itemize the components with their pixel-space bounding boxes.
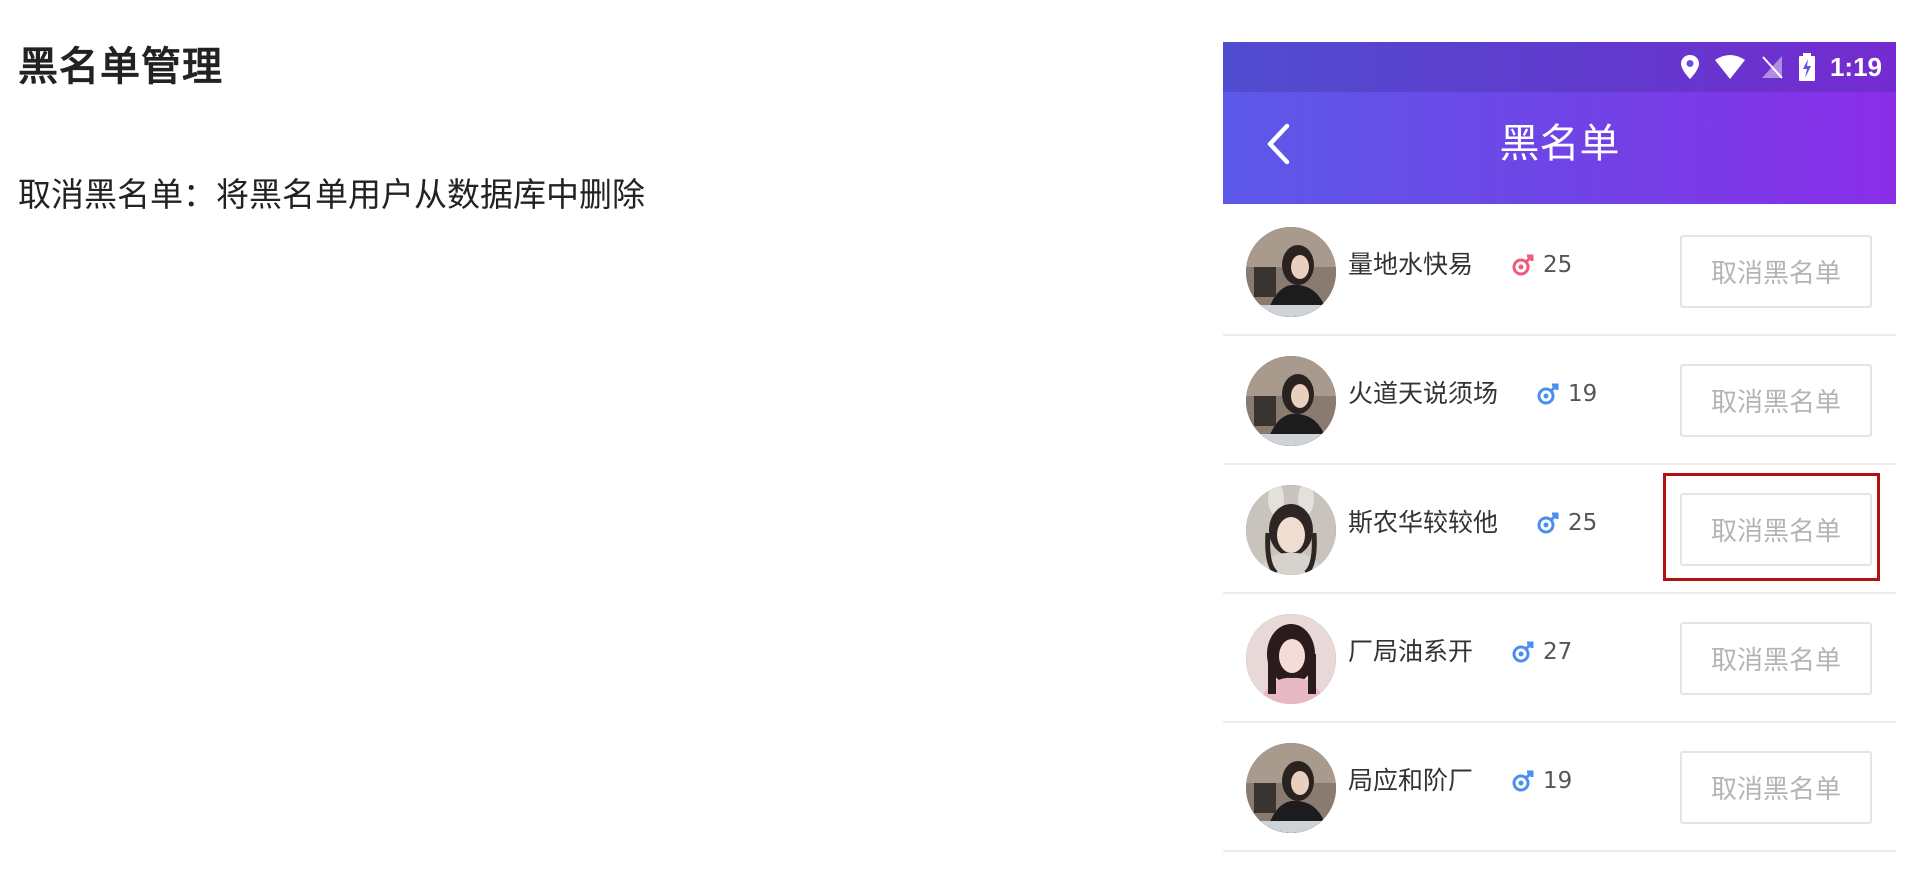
female-icon xyxy=(1512,254,1534,276)
user-age: 25 xyxy=(1568,510,1598,536)
user-name: 火道天说须场 xyxy=(1348,379,1499,408)
unblock-button[interactable]: 取消黑名单 xyxy=(1680,622,1872,695)
nav-title: 黑名单 xyxy=(1499,121,1620,167)
user-age: 25 xyxy=(1543,252,1573,278)
blacklist-list: 量地水快易 25 取消黑名单 火道天说须场 19 取消黑名单 斯农华较较他 25… xyxy=(1223,207,1896,852)
doc-description: 取消黑名单：将黑名单用户从数据库中删除 xyxy=(18,175,645,214)
male-icon xyxy=(1512,770,1534,792)
gender-age: 19 xyxy=(1511,763,1572,799)
user-age: 27 xyxy=(1543,639,1573,665)
location-icon xyxy=(1680,55,1699,79)
gender-age: 25 xyxy=(1536,505,1597,541)
user-age: 19 xyxy=(1568,381,1598,407)
unblock-button[interactable]: 取消黑名单 xyxy=(1680,493,1872,566)
list-item: 斯农华较较他 25 取消黑名单 xyxy=(1223,465,1896,594)
doc-title: 黑名单管理 xyxy=(18,44,223,90)
status-time: 1:19 xyxy=(1829,51,1882,82)
gender-age: 19 xyxy=(1536,376,1597,412)
user-name: 量地水快易 xyxy=(1348,250,1474,279)
avatar[interactable] xyxy=(1246,485,1336,575)
unblock-button[interactable]: 取消黑名单 xyxy=(1680,235,1872,308)
status-icons: 1:19 xyxy=(1680,50,1882,84)
user-name: 斯农华较较他 xyxy=(1348,508,1499,537)
avatar[interactable] xyxy=(1246,356,1336,446)
status-bar: 1:19 xyxy=(1223,42,1896,92)
male-icon xyxy=(1537,512,1559,534)
user-name: 厂局油系开 xyxy=(1348,637,1474,666)
unblock-button[interactable]: 取消黑名单 xyxy=(1680,751,1872,824)
gender-age: 25 xyxy=(1511,247,1572,283)
male-icon xyxy=(1512,641,1534,663)
unblock-button[interactable]: 取消黑名单 xyxy=(1680,364,1872,437)
list-item: 厂局油系开 27 取消黑名单 xyxy=(1223,594,1896,723)
list-item: 火道天说须场 19 取消黑名单 xyxy=(1223,336,1896,465)
gender-age: 27 xyxy=(1511,634,1572,670)
app-header: 1:19 黑名单 xyxy=(1223,42,1896,204)
battery-charging-icon xyxy=(1798,53,1815,81)
user-age: 19 xyxy=(1543,768,1573,794)
avatar[interactable] xyxy=(1246,743,1336,833)
no-sim-icon xyxy=(1761,56,1783,79)
list-item: 局应和阶厂 19 取消黑名单 xyxy=(1223,723,1896,852)
phone-screenshot: 1:19 黑名单 量地水快易 25 取消黑名单 火道天说须场 19 取消黑名单 … xyxy=(1223,42,1896,862)
avatar[interactable] xyxy=(1246,227,1336,317)
wifi-icon xyxy=(1714,55,1745,79)
user-name: 局应和阶厂 xyxy=(1348,766,1474,795)
avatar[interactable] xyxy=(1246,614,1336,704)
male-icon xyxy=(1537,383,1559,405)
list-item: 量地水快易 25 取消黑名单 xyxy=(1223,207,1896,336)
